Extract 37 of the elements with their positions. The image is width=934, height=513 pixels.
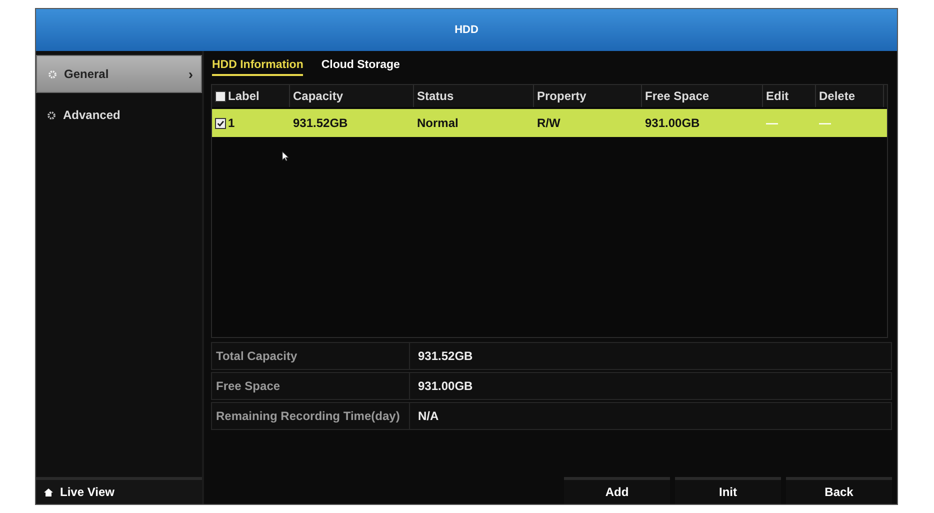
window-title: HDD [36, 9, 897, 51]
live-view-button[interactable]: Live View [36, 477, 202, 504]
summary-value: N/A [417, 408, 439, 425]
summary-value: 931.00GB [417, 378, 473, 395]
table-cell: R/W [537, 116, 560, 130]
gear-icon [47, 110, 56, 120]
column-header: Label [212, 85, 290, 107]
checkbox[interactable] [215, 90, 226, 102]
table-cell: Normal [417, 116, 458, 130]
home-icon [44, 488, 53, 496]
table-cell: — [766, 116, 778, 130]
column-header: Property [534, 85, 642, 107]
column-header: Status [414, 85, 534, 107]
table-cell: 931.00GB [645, 116, 700, 130]
sidebar-item[interactable]: General › [36, 55, 202, 93]
table-row[interactable]: 1 931.52GB Normal R/W 931.00GB — — [212, 109, 887, 137]
tab[interactable]: Cloud Storage [321, 54, 400, 76]
gear-icon [48, 70, 57, 78]
summary-label: Remaining Recording Time(day) [212, 403, 410, 429]
table-cell: — [819, 116, 831, 130]
chevron-icon: › [188, 66, 193, 82]
column-header: Edit [763, 85, 816, 107]
summary-label: Total Capacity [212, 343, 410, 369]
action-button[interactable]: Back [786, 477, 892, 504]
column-header: Capacity [290, 85, 414, 107]
column-header: Delete [816, 85, 884, 107]
summary-label: Free Space [212, 373, 410, 399]
sidebar-item[interactable]: Advanced [36, 97, 202, 133]
column-header: Free Space [642, 85, 763, 107]
summary-value: 931.52GB [417, 348, 473, 365]
cursor-icon [282, 151, 289, 162]
action-button[interactable]: Add [564, 477, 670, 504]
action-button[interactable]: Init [675, 477, 781, 504]
checkbox[interactable] [215, 118, 226, 128]
table-cell: 931.52GB [293, 116, 348, 130]
table-cell: 1 [228, 116, 235, 130]
tab[interactable]: HDD Information [212, 54, 304, 76]
